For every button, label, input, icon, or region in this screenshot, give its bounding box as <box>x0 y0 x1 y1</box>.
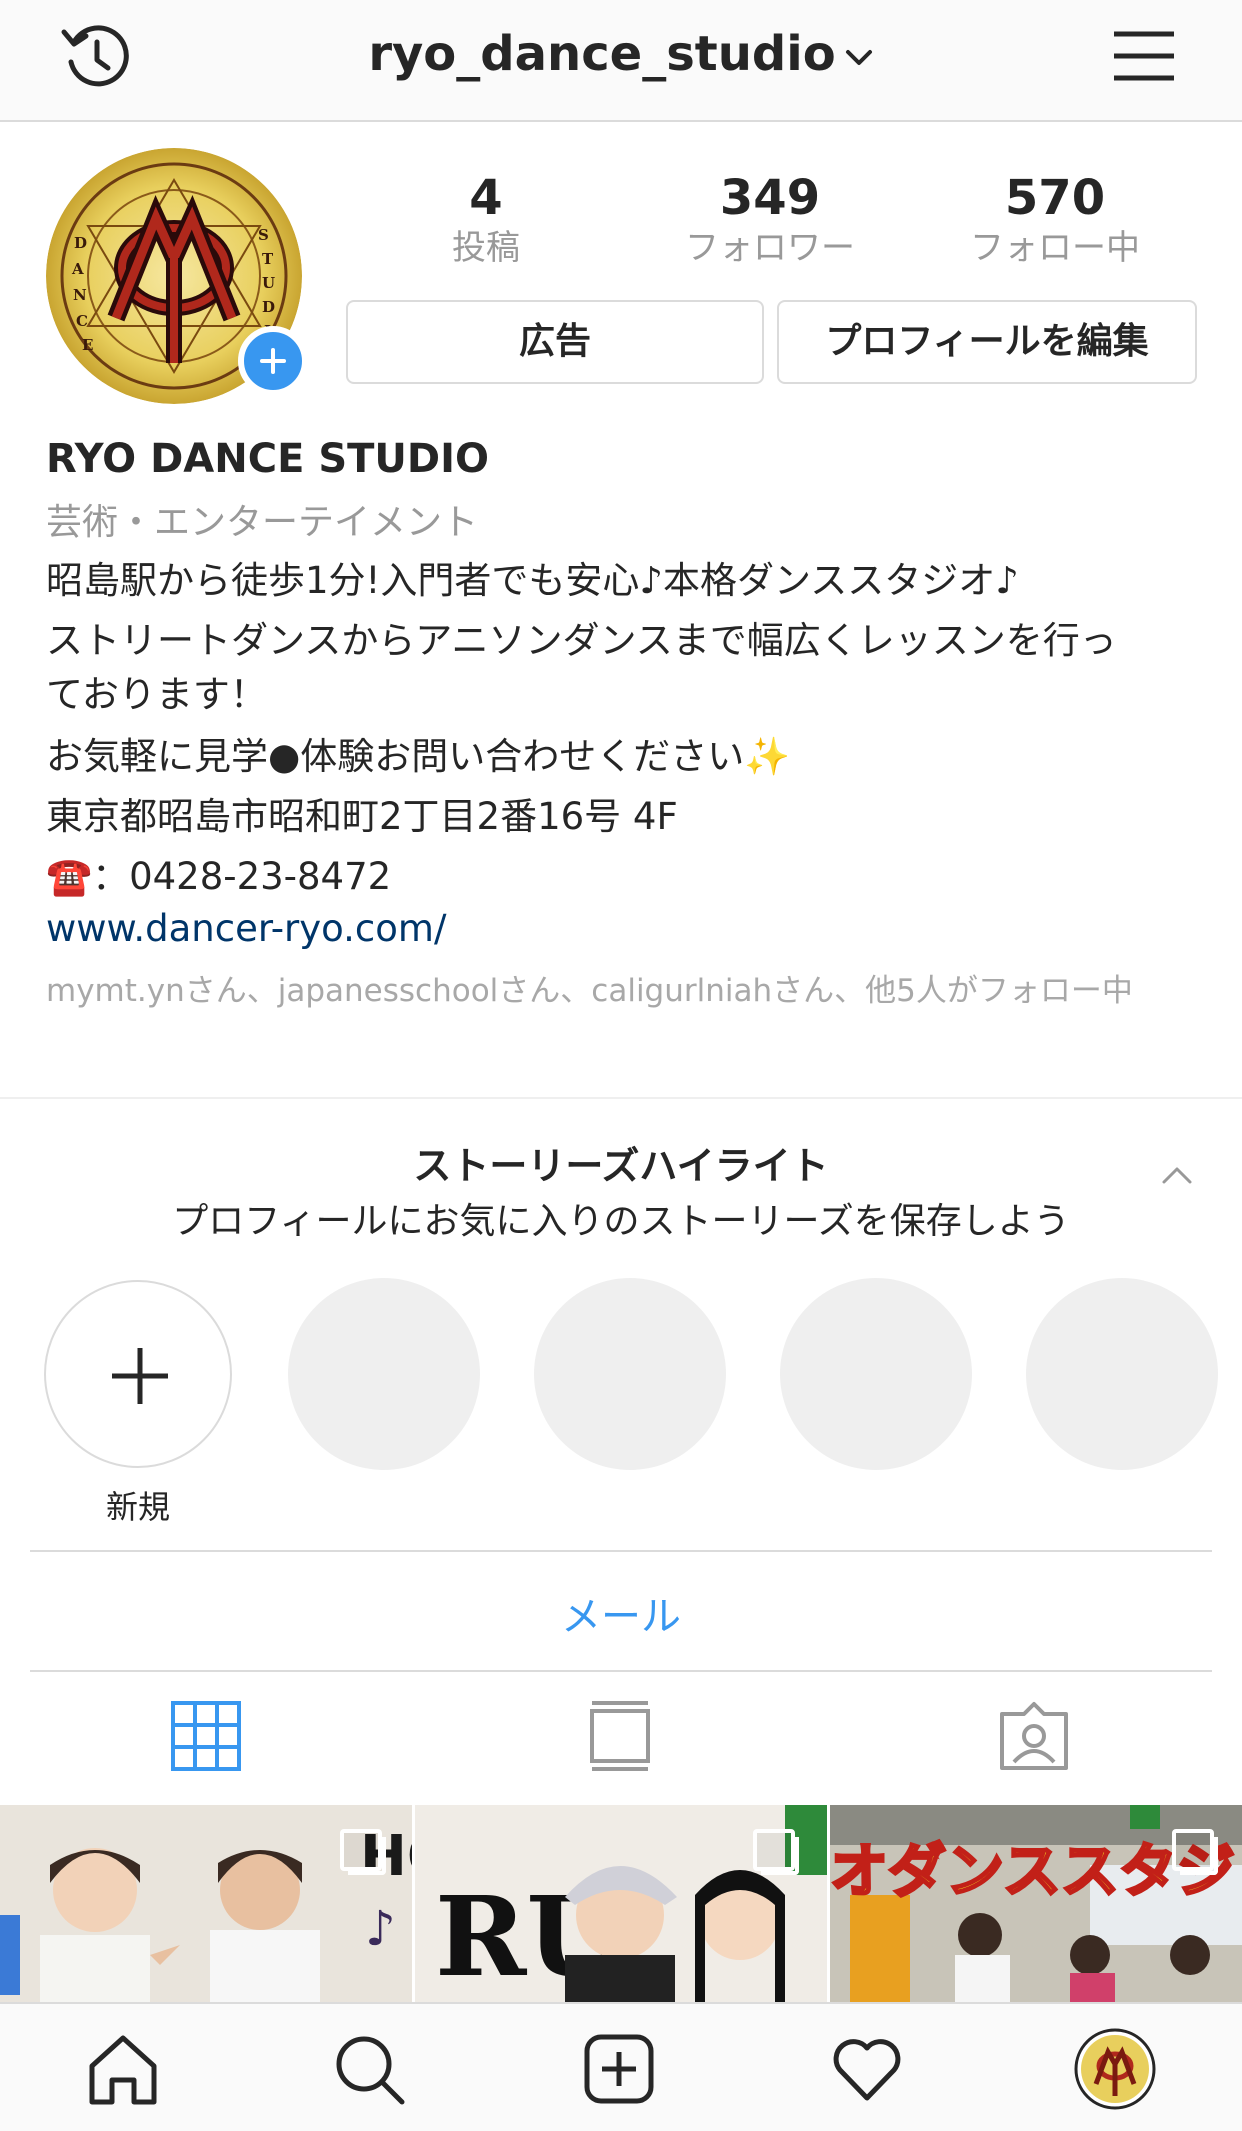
followers-label: フォロワー <box>685 228 855 268</box>
svg-text:♪: ♪ <box>365 1901 396 1957</box>
new-highlight-label: 新規 <box>105 1488 170 1526</box>
svg-text:E: E <box>82 336 93 354</box>
profile-category: 芸術・エンターテイメント <box>46 502 479 543</box>
svg-text:D: D <box>74 234 87 252</box>
bio-phone[interactable]: ☎️：0428-23-8472 <box>46 846 391 900</box>
posts-label: 投稿 <box>452 228 520 268</box>
ads-button[interactable]: 広告 <box>346 300 764 384</box>
multiple-photos-icon <box>340 1829 386 1875</box>
add-story-icon[interactable] <box>238 326 308 396</box>
chevron-up-icon[interactable] <box>1160 1158 1194 1192</box>
chevron-down-icon <box>845 50 872 65</box>
profile-name: RYO DANCE STUDIO <box>46 436 489 482</box>
following-count: 570 <box>1004 170 1106 226</box>
highlights-subtitle: プロフィールにお気に入りのストーリーズを保存しよう <box>172 1201 1070 1242</box>
home-icon[interactable] <box>86 2032 160 2106</box>
section-divider <box>0 1097 1242 1099</box>
svg-text:A: A <box>71 260 84 278</box>
svg-text:N: N <box>73 286 87 304</box>
username-title: ryo_dance_studio <box>368 26 836 82</box>
post-thumbnail[interactable]: オダンススタジ <box>830 1805 1242 2002</box>
new-highlight-button[interactable] <box>44 1280 232 1468</box>
bottom-nav <box>0 2002 1242 2131</box>
following-label: フォロー中 <box>970 228 1140 268</box>
bio-address: 東京都昭島市昭和町2丁目2番16号 4F <box>46 795 678 838</box>
profile-tab-avatar[interactable] <box>1074 2028 1156 2110</box>
svg-text:D: D <box>262 298 275 316</box>
feed-icon[interactable] <box>584 1700 656 1772</box>
followed-by-text[interactable]: mymt.ynさん、japanesschoolさん、caligurlniahさん… <box>46 972 1196 1010</box>
bio-line: お気軽に見学●体験お問い合わせください✨ <box>46 735 791 778</box>
search-icon[interactable] <box>332 2032 406 2106</box>
highlight-placeholder <box>780 1278 972 1470</box>
section-divider <box>30 1670 1212 1672</box>
svg-text:U: U <box>262 274 275 292</box>
svg-text:C: C <box>76 312 88 330</box>
multiple-photos-icon <box>753 1829 799 1875</box>
bio-line: ストリートダンスからアニソンダンスまで幅広くレッスンを行っ <box>46 619 1117 662</box>
new-post-icon[interactable] <box>582 2032 656 2106</box>
highlights-title: ストーリーズハイライト <box>413 1144 829 1188</box>
highlight-placeholder <box>1026 1278 1218 1470</box>
edit-profile-button[interactable]: プロフィールを編集 <box>777 300 1197 384</box>
multiple-photos-icon <box>1172 1829 1218 1875</box>
hamburger-menu-icon[interactable] <box>1112 28 1176 84</box>
post-thumbnail[interactable]: RU <box>415 1805 827 2002</box>
activity-heart-icon[interactable] <box>830 2032 904 2106</box>
posts-count: 4 <box>469 170 503 226</box>
highlight-placeholder <box>534 1278 726 1470</box>
stat-followers[interactable]: 349 フォロワー <box>670 170 870 270</box>
bio-line: 昭島駅から徒歩1分!入門者でも安心♪本格ダンススタジオ♪ <box>46 559 1019 602</box>
section-divider <box>30 1550 1212 1552</box>
plus-icon <box>112 1348 168 1404</box>
top-bar: ryo_dance_studio <box>0 0 1242 122</box>
followers-count: 349 <box>719 170 821 226</box>
bio-line: ております！ <box>46 673 267 716</box>
username-switcher[interactable]: ryo_dance_studio <box>0 26 1242 82</box>
website-link[interactable]: www.dancer-ryo.com/ <box>46 907 446 950</box>
stat-following[interactable]: 570 フォロー中 <box>955 170 1155 270</box>
post-thumbnail[interactable]: HO ♪ <box>0 1805 412 2002</box>
svg-text:S: S <box>258 226 269 244</box>
svg-text:T: T <box>262 250 274 268</box>
email-button[interactable]: メール <box>0 1584 1242 1642</box>
highlight-placeholder <box>288 1278 480 1470</box>
grid-icon[interactable] <box>170 1700 242 1772</box>
tagged-icon[interactable] <box>998 1700 1070 1772</box>
stat-posts[interactable]: 4 投稿 <box>386 170 586 270</box>
